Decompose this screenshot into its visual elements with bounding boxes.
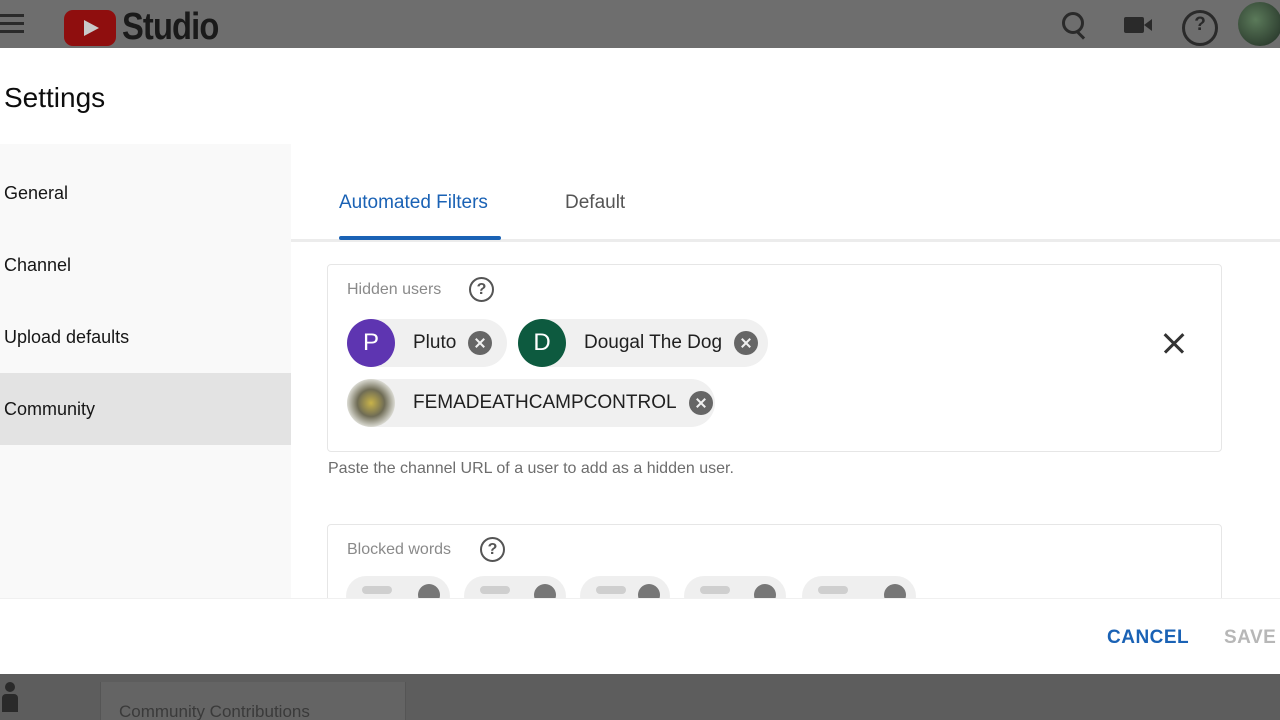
sidebar-item-general[interactable]: General — [0, 157, 291, 229]
background-panel: Community Contributions — [100, 682, 406, 720]
save-button[interactable]: SAVE — [1224, 627, 1276, 649]
youtube-play-icon — [64, 9, 116, 46]
help-icon[interactable] — [1182, 10, 1218, 46]
remove-chip-icon[interactable] — [688, 391, 713, 415]
user-avatar: D — [518, 319, 566, 367]
sidebar-item-channel[interactable]: Channel — [0, 229, 291, 301]
sidebar-item-community[interactable]: Community — [0, 373, 291, 445]
remove-chip-icon[interactable] — [468, 331, 493, 355]
logo-text: Studio — [122, 6, 219, 48]
sidebar-item-upload-defaults[interactable]: Upload defaults — [0, 301, 291, 373]
hidden-users-help-icon[interactable]: ? — [469, 277, 494, 302]
person-icon — [0, 682, 22, 712]
account-avatar[interactable] — [1238, 2, 1280, 46]
studio-logo[interactable]: Studio — [64, 6, 234, 49]
hidden-users-hint: Paste the channel URL of a user to add a… — [328, 460, 734, 477]
user-avatar: P — [347, 319, 395, 367]
blocked-words-label: Blocked words — [347, 541, 452, 558]
create-video-icon[interactable] — [1122, 10, 1152, 40]
tab-automated-filters[interactable]: Automated Filters — [339, 192, 488, 214]
community-contributions-label: Community Contributions — [119, 702, 310, 720]
dialog-footer: CANCEL SAVE — [0, 598, 1280, 674]
cancel-button[interactable]: CANCEL — [1107, 627, 1189, 649]
dialog-header: Settings — [0, 48, 1280, 144]
tab-default[interactable]: Default — [565, 192, 625, 214]
hidden-users-label: Hidden users — [347, 281, 442, 298]
user-chip-dougal: D Dougal The Dog — [518, 319, 768, 367]
user-chip-pluto: P Pluto — [347, 319, 507, 367]
settings-sidebar: General Channel Upload defaults Communit… — [0, 144, 291, 598]
blocked-words-help-icon[interactable]: ? — [480, 537, 505, 562]
top-app-bar: Studio — [0, 0, 1280, 48]
search-icon[interactable] — [1060, 10, 1090, 40]
user-chip-label: Dougal The Dog — [584, 332, 723, 353]
user-avatar — [347, 379, 395, 427]
settings-dialog: Settings General Channel Upload defaults… — [0, 48, 1280, 674]
active-tab-indicator — [339, 236, 501, 240]
hamburger-menu-icon[interactable] — [0, 14, 24, 34]
background-page-strip: Community Contributions — [0, 674, 1280, 720]
clear-all-icon[interactable] — [1161, 330, 1187, 356]
tab-bar: Automated Filters Default — [291, 144, 1280, 242]
remove-chip-icon[interactable] — [734, 331, 759, 355]
dialog-title: Settings — [4, 82, 106, 113]
settings-content: Automated Filters Default Hidden users ?… — [291, 144, 1280, 598]
hidden-users-field[interactable]: Hidden users ? P Pluto D Dougal The Dog … — [327, 264, 1222, 452]
user-chip-label: Pluto — [413, 332, 457, 353]
user-chip-label: FEMADEATHCAMPCONTROL — [413, 392, 677, 413]
user-chip-femadeathcampcontrol: FEMADEATHCAMPCONTROL — [347, 379, 715, 427]
